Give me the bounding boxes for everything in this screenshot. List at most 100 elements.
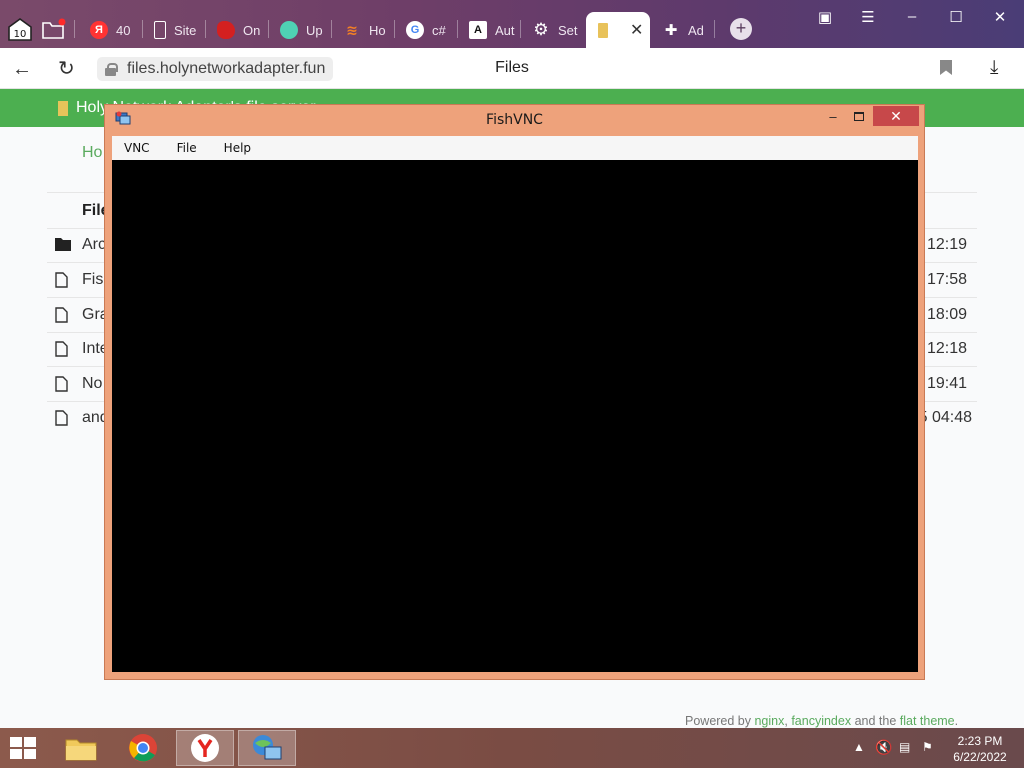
file-date: 12:19	[926, 236, 967, 253]
file-icon	[55, 376, 68, 392]
menu-help[interactable]: Help	[220, 141, 255, 155]
chrome-icon	[129, 734, 157, 762]
action-center-icon[interactable]: ⚑	[922, 740, 933, 754]
cloud-icon	[280, 21, 298, 39]
file-icon	[55, 341, 68, 357]
tab-label: Aut	[495, 22, 515, 38]
file-icon	[55, 410, 68, 426]
tab-label: Site	[174, 22, 197, 38]
taskbar-clock[interactable]: 2:23 PM 6/22/2022	[940, 733, 1020, 765]
tab-8[interactable]: ⚙ Set	[520, 12, 582, 48]
yandex-icon: Я	[90, 21, 108, 39]
show-hidden-icons-icon[interactable]: ▲	[853, 740, 865, 754]
folder-icon	[598, 22, 608, 38]
tab-counter-label: 10	[14, 29, 27, 40]
tab-5[interactable]: ≋ Ho	[331, 12, 393, 48]
close-tab-icon[interactable]: ✕	[630, 20, 643, 40]
start-button[interactable]	[10, 737, 38, 761]
footer-note: Powered by nginx, fancyindex and the fla…	[685, 714, 958, 728]
google-icon: G	[406, 21, 424, 39]
vnc-minimize-button[interactable]: –	[826, 109, 840, 124]
volume-muted-icon[interactable]: 🔇	[875, 739, 892, 756]
file-icon	[55, 307, 68, 323]
fishvnc-taskbar-button[interactable]	[238, 730, 296, 766]
clock-date: 6/22/2022	[953, 750, 1007, 764]
bookmark-icon[interactable]	[940, 60, 952, 75]
tab-3[interactable]: On	[205, 12, 267, 48]
file-date: 5 04:48	[918, 409, 972, 426]
menu-icon[interactable]: ☰	[853, 8, 883, 26]
file-explorer-icon	[65, 739, 97, 761]
windows-logo-icon	[10, 737, 22, 747]
flat-theme-link[interactable]: flat theme	[900, 714, 955, 728]
vnc-window-title: FishVNC	[486, 112, 543, 128]
vnc-menubar: VNC File Help	[112, 136, 918, 160]
tab-7[interactable]: A Aut	[457, 12, 519, 48]
home-tabs-icon: 10	[8, 18, 32, 41]
tab-4[interactable]: Up	[268, 12, 330, 48]
gear-icon: ⚙	[533, 20, 549, 39]
puzzle-icon: ✚	[664, 22, 678, 39]
tab-label: Up	[306, 22, 323, 38]
address-bar: ← ↻ files.holynetworkadapter.fun Files ⤓	[0, 48, 1024, 89]
back-icon[interactable]: ←	[12, 58, 32, 81]
download-icon[interactable]: ⤓	[990, 57, 998, 79]
menu-file[interactable]: File	[173, 141, 201, 155]
vnc-titlebar[interactable]: FishVNC – ✕	[105, 105, 924, 132]
footer-text: Powered by	[685, 714, 755, 728]
fishvnc-window: FishVNC – ✕ VNC File Help	[104, 104, 925, 680]
breadcrumb-home[interactable]: Ho	[82, 144, 102, 162]
tab-label: Ho	[369, 22, 386, 38]
maximize-window-button[interactable]: ☐	[941, 8, 971, 26]
windows-taskbar: ▲ 🔇 ▤ ⚑	[0, 728, 1024, 768]
tab-active-files[interactable]: ✕	[586, 12, 650, 48]
url-field[interactable]: files.holynetworkadapter.fun	[97, 57, 334, 81]
footer-text: .	[954, 714, 959, 728]
tab-6[interactable]: G c#	[394, 12, 456, 48]
windows-logo-icon	[10, 749, 22, 759]
fishvnc-icon	[253, 735, 282, 760]
tab-label: c#	[432, 22, 446, 38]
font-icon: A	[469, 21, 487, 39]
folder-add-icon	[42, 18, 66, 39]
file-icon	[55, 272, 68, 288]
red-app-icon	[217, 21, 235, 39]
url-text: files.holynetworkadapter.fun	[127, 60, 326, 77]
clock-time: 2:23 PM	[957, 734, 1003, 748]
tab-label: Ad	[688, 22, 704, 38]
vnc-close-button[interactable]: ✕	[873, 106, 919, 126]
nginx-link[interactable]: nginx	[754, 714, 784, 728]
file-name: Arc	[82, 236, 106, 253]
yandex-browser-taskbar-button[interactable]	[176, 730, 234, 766]
reload-icon[interactable]: ↻	[58, 56, 75, 81]
tab-10[interactable]: ✚ Ad	[650, 12, 712, 48]
network-icon[interactable]: ▤	[899, 740, 910, 754]
collections-button[interactable]	[38, 14, 70, 44]
file-date: 17:58	[926, 271, 967, 288]
tab-label: 40	[116, 22, 131, 38]
document-icon	[154, 21, 166, 39]
file-date: 12:18	[926, 340, 967, 357]
new-tab-button[interactable]: +	[730, 18, 752, 40]
browser-tab-strip: 10 Я 40 Site On Up ≋ Ho G c# A Aut ⚙ Set…	[0, 0, 1024, 48]
tab-counter-button[interactable]: 10	[4, 14, 36, 44]
folder-icon	[55, 238, 71, 251]
tab-label: On	[243, 22, 261, 38]
minimize-window-button[interactable]: –	[897, 8, 927, 25]
yandex-browser-icon	[191, 734, 219, 762]
chrome-taskbar-button[interactable]	[114, 730, 172, 766]
file-explorer-taskbar-button[interactable]	[52, 730, 110, 766]
page-title: Files	[495, 59, 529, 76]
menu-vnc[interactable]: VNC	[120, 141, 154, 155]
file-date: 18:09	[926, 306, 967, 323]
vnc-remote-screen[interactable]	[112, 160, 918, 672]
tab-manager-icon[interactable]: ▣	[810, 8, 840, 26]
fancyindex-link[interactable]: fancyindex	[791, 714, 851, 728]
file-name: No	[82, 375, 103, 392]
close-window-button[interactable]: ✕	[985, 8, 1015, 26]
vnc-maximize-button[interactable]	[854, 112, 864, 121]
stackoverflow-icon: ≋	[346, 21, 358, 38]
tab-1[interactable]: Я 40	[78, 12, 140, 48]
lock-icon	[105, 62, 118, 76]
tab-2[interactable]: Site	[142, 12, 204, 48]
